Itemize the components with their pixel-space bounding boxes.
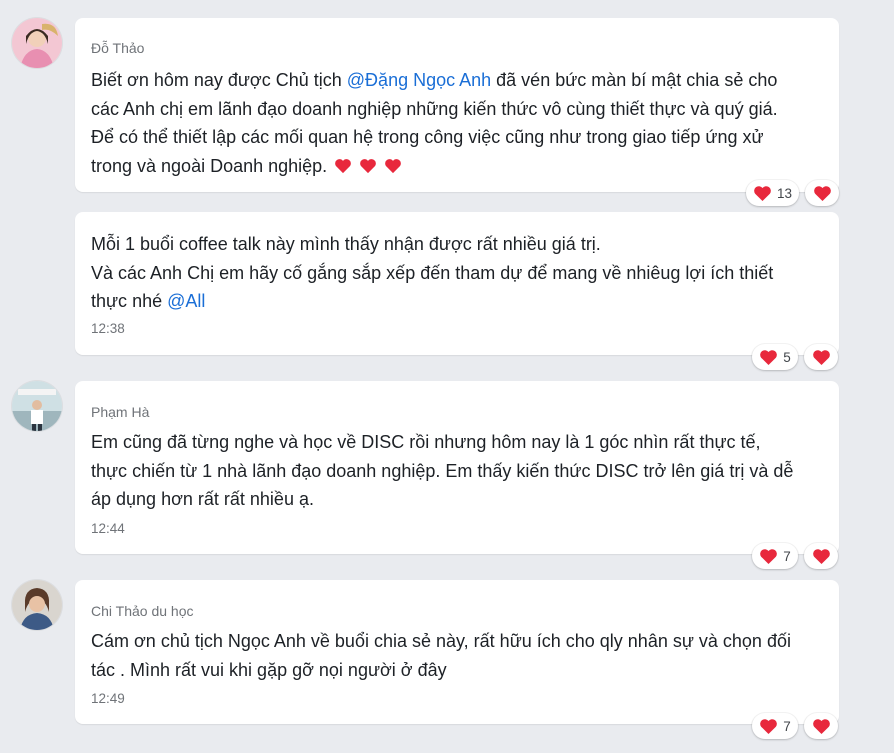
heart-emoji-icon <box>360 158 377 173</box>
sender-name[interactable]: Đỗ Thảo <box>91 40 144 56</box>
text-line: trong và ngoài Doanh nghiệp. <box>91 152 819 181</box>
text-segment: trong và ngoài Doanh nghiệp. <box>91 155 333 176</box>
message-bubble: Chi Thảo du học Cám ơn chủ tịch Ngọc Anh… <box>75 580 839 724</box>
text-line: Cám ơn chủ tịch Ngọc Anh về buổi chia sẻ… <box>91 631 791 651</box>
mention-link[interactable]: @Đặng Ngọc Anh <box>347 70 491 90</box>
heart-react-icon <box>812 349 830 365</box>
text-line: Và các Anh Chị em hãy cố gắng sắp xếp đế… <box>91 262 774 283</box>
add-reaction-button[interactable] <box>805 180 840 206</box>
text-line: tác . Mình rất vui khi gặp gỡ nọi người … <box>91 659 447 680</box>
text-line: thực chiến từ 1 nhà lãnh đạo doanh nghiệ… <box>91 460 794 481</box>
message-time: 12:49 <box>91 691 125 706</box>
message-text: Em cũng đã từng nghe và học về DISC rồi … <box>91 428 819 514</box>
add-reaction-button[interactable] <box>804 344 838 370</box>
reaction-count: 7 <box>783 548 791 564</box>
text-segment: thực nhé <box>91 291 168 311</box>
sender-name[interactable]: Phạm Hà <box>91 404 149 420</box>
heart-icon <box>754 185 771 201</box>
avatar-chi-thao-du-hoc[interactable] <box>12 580 62 630</box>
avatar-pham-ha[interactable] <box>12 381 62 431</box>
avatar-do-thao[interactable] <box>12 18 62 68</box>
mention-link[interactable]: @All <box>167 291 205 311</box>
message-text: Cám ơn chủ tịch Ngọc Anh về buổi chia sẻ… <box>91 627 819 684</box>
text-line: Để có thể thiết lập các mối quan hệ tron… <box>91 127 764 147</box>
reaction-count: 7 <box>783 718 791 734</box>
message-text: Mỗi 1 buổi coffee talk này mình thấy nhậ… <box>91 230 819 316</box>
text-line: Biết ơn hôm nay được Chủ tịch @Đặng Ngọc… <box>91 66 819 95</box>
reaction-count: 5 <box>783 349 791 365</box>
reaction-bar: 5 <box>752 344 838 370</box>
message-text: Biết ơn hôm nay được Chủ tịch @Đặng Ngọc… <box>91 66 819 180</box>
heart-emoji-icon <box>385 158 402 173</box>
message-bubble: Đỗ Thảo Biết ơn hôm nay được Chủ tịch @Đ… <box>75 18 839 192</box>
message-time: 12:44 <box>91 521 125 536</box>
reaction-bar: 7 <box>752 543 838 569</box>
text-segment: đã vén bức màn bí mật chia sẻ cho <box>491 70 778 90</box>
reaction-count-pill[interactable]: 7 <box>752 543 798 569</box>
reaction-bar: 13 <box>746 180 840 206</box>
text-line: Mỗi 1 buổi coffee talk này mình thấy nhậ… <box>91 234 601 254</box>
reaction-bar: 7 <box>752 713 838 739</box>
heart-icon <box>760 548 778 564</box>
message-bubble: Mỗi 1 buổi coffee talk này mình thấy nhậ… <box>75 212 839 355</box>
message-time: 12:38 <box>91 321 125 336</box>
message-bubble: Phạm Hà Em cũng đã từng nghe và học về D… <box>75 381 839 554</box>
text-segment: Biết ơn hôm nay được Chủ tịch <box>91 70 347 90</box>
heart-icon <box>760 718 778 734</box>
reaction-count: 13 <box>777 185 793 201</box>
heart-icon <box>760 349 778 365</box>
heart-react-icon <box>813 185 831 201</box>
reaction-count-pill[interactable]: 7 <box>752 713 798 739</box>
sender-name[interactable]: Chi Thảo du học <box>91 603 193 619</box>
text-line: áp dụng hơn rất rất nhiều ạ. <box>91 489 314 509</box>
heart-emoji-icon <box>335 158 352 173</box>
text-line: thực nhé @All <box>91 287 819 316</box>
text-line: các Anh chị em lãnh đạo doanh nghiệp nhữ… <box>91 98 778 119</box>
text-line: Em cũng đã từng nghe và học về DISC rồi … <box>91 432 761 452</box>
heart-react-icon <box>812 718 830 734</box>
reaction-count-pill[interactable]: 5 <box>752 344 798 370</box>
add-reaction-button[interactable] <box>804 713 838 739</box>
reaction-count-pill[interactable]: 13 <box>746 180 800 206</box>
add-reaction-button[interactable] <box>804 543 838 569</box>
heart-react-icon <box>812 548 830 564</box>
